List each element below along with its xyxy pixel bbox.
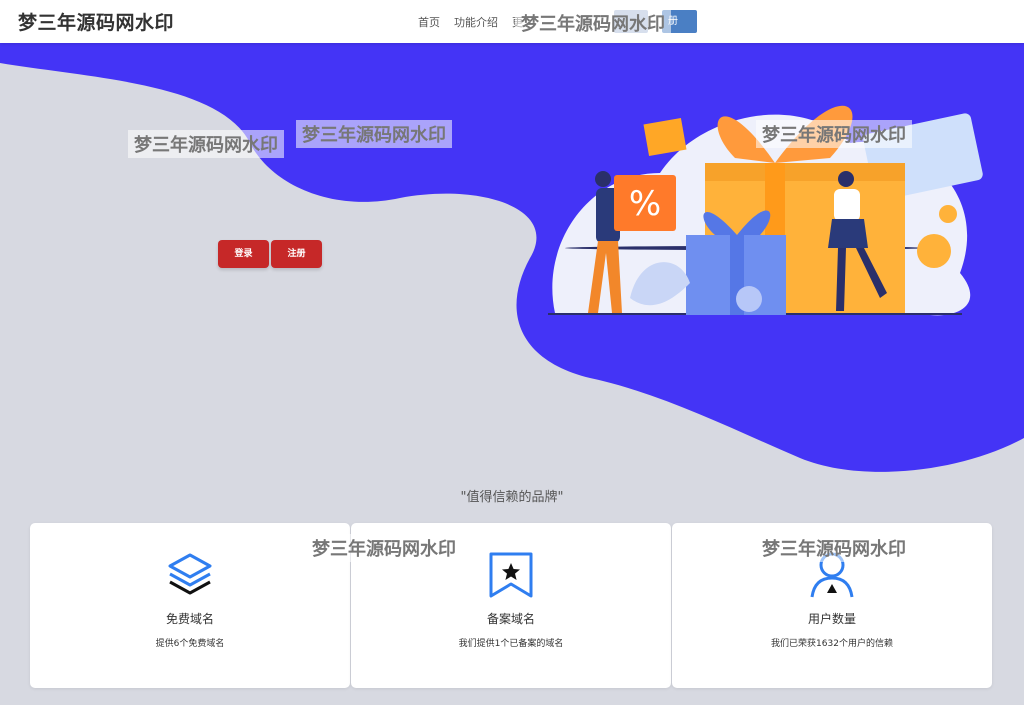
main-nav: 首页 功能介绍 更 xyxy=(418,14,523,30)
feature-desc: 我们提供1个已备案的域名 xyxy=(458,639,564,649)
watermark: 梦三年源码网水印 xyxy=(515,9,671,37)
top-header: 梦三年源码网水印 首页 功能介绍 更 册 xyxy=(0,0,1024,43)
feature-desc: 提供6个免费域名 xyxy=(155,639,225,649)
feature-title: 备案域名 xyxy=(486,612,535,626)
hero-register-button[interactable]: 注册 xyxy=(271,240,322,268)
nav-features[interactable]: 功能介绍 xyxy=(454,14,498,30)
watermark: 梦三年源码网水印 xyxy=(756,534,912,562)
site-logo[interactable]: 梦三年源码网水印 xyxy=(18,8,174,35)
layers-icon xyxy=(168,553,212,595)
feature-title: 免费域名 xyxy=(165,612,214,626)
watermark: 梦三年源码网水印 xyxy=(756,120,912,148)
feature-desc: 我们已荣获1632个用户的信赖 xyxy=(771,639,893,649)
watermark: 梦三年源码网水印 xyxy=(128,130,284,158)
watermark: 梦三年源码网水印 xyxy=(306,534,462,562)
hero-login-button[interactable]: 登录 xyxy=(218,240,269,268)
feature-card-free-domain: 免费域名 提供6个免费域名 xyxy=(30,523,350,688)
watermark: 梦三年源码网水印 xyxy=(296,120,452,148)
feature-title: 用户数量 xyxy=(807,612,856,626)
nav-home[interactable]: 首页 xyxy=(418,14,440,30)
bookmark-star-icon xyxy=(489,552,533,598)
hero-background: % xyxy=(0,43,1024,472)
svg-text:%: % xyxy=(629,184,661,224)
section-title: "值得信赖的品牌" xyxy=(460,490,564,505)
